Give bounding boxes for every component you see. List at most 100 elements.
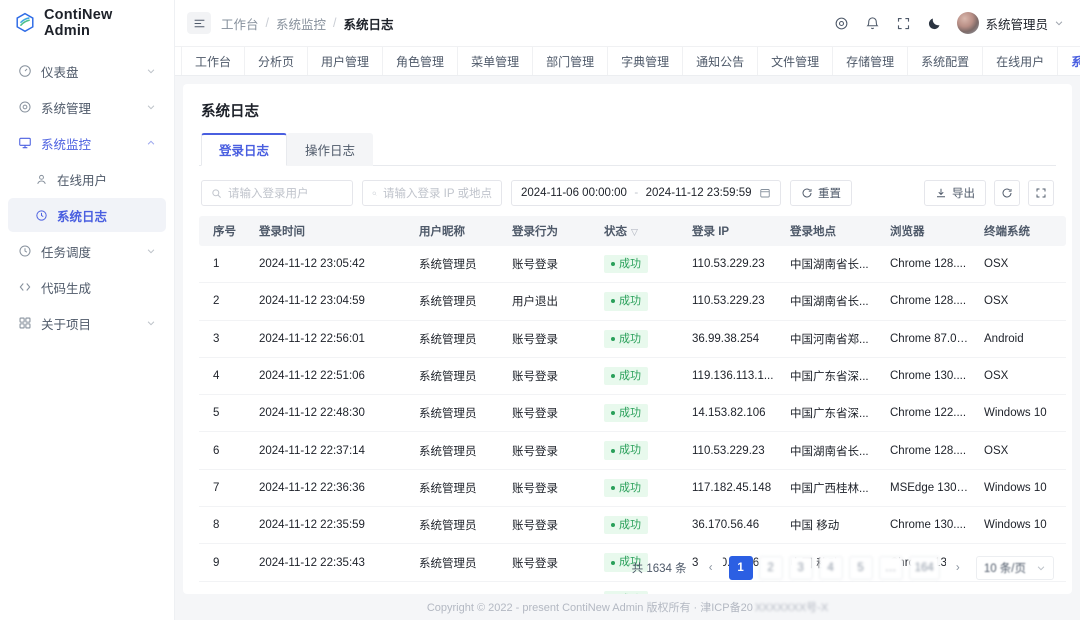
page-button-last[interactable]: 164 xyxy=(908,556,940,580)
breadcrumb-item[interactable]: 系统监控 xyxy=(276,14,326,33)
main-area: 工作台 / 系统监控 / 系统日志 系统管理员 工作台 分析页 用户管理 角色管… xyxy=(175,0,1080,620)
search-icon xyxy=(372,191,377,196)
sidebar-item-dashboard[interactable]: 仪表盘 xyxy=(8,54,166,88)
content-area: 系统日志 登录日志 操作日志 请输入登录用户 请输入登录 IP 或地点 2024… xyxy=(175,76,1080,620)
tab-operation-log[interactable]: 操作日志 xyxy=(287,133,374,166)
fullscreen-icon[interactable] xyxy=(895,15,911,31)
tab-login-log[interactable]: 登录日志 xyxy=(201,133,288,166)
table-row[interactable]: 6 2024-11-12 22:37:14 系统管理员 账号登录 成功 110.53.22… xyxy=(199,431,1066,470)
fullscreen-icon xyxy=(1036,188,1046,198)
row-login-location: 中国广东省深... xyxy=(782,394,882,433)
bell-icon[interactable] xyxy=(864,15,880,31)
table-row[interactable]: 7 2024-11-12 22:36:36 系统管理员 账号登录 成功 117.182.4… xyxy=(199,469,1066,508)
table-row[interactable]: 1 2024-11-12 23:05:42 系统管理员 账号登录 成功 110.53.22… xyxy=(199,246,1066,284)
date-range-picker[interactable]: 2024-11-06 00:00:00 - 2024-11-12 23:59:5… xyxy=(511,180,781,206)
row-login-time: 2024-11-12 22:56:01 xyxy=(251,320,411,358)
tab-system-log[interactable]: 系统日志 xyxy=(1058,47,1080,75)
chevron-down-icon xyxy=(147,69,155,74)
breadcrumb-current: 系统日志 xyxy=(343,17,394,32)
page-button-5[interactable]: 5 xyxy=(848,556,873,580)
sidebar-item-system-mgmt[interactable]: 系统管理 xyxy=(8,90,166,124)
dashboard-icon xyxy=(18,64,32,78)
status-dot-icon xyxy=(611,374,615,379)
row-login-location: 中国湖南省长... xyxy=(782,246,882,284)
export-label: 导出 xyxy=(952,188,975,200)
tab-role-mgmt[interactable]: 角色管理 xyxy=(383,47,459,75)
breadcrumb-item[interactable]: 工作台 xyxy=(221,14,259,33)
menu-collapse-icon[interactable] xyxy=(187,12,211,34)
sidebar-item-task-scheduler[interactable]: 任务调度 xyxy=(8,234,166,268)
row-login-action: 账号登录 xyxy=(504,506,596,545)
tab-storage-mgmt[interactable]: 存储管理 xyxy=(833,47,909,75)
table-row[interactable]: 2 2024-11-12 23:04:59 系统管理员 用户退出 成功 110.53.22… xyxy=(199,282,1066,321)
system-log-card: 系统日志 登录日志 操作日志 请输入登录用户 请输入登录 IP 或地点 2024… xyxy=(183,84,1072,619)
tab-system-config[interactable]: 系统配置 xyxy=(908,47,984,75)
sidebar-item-system-monitor[interactable]: 系统监控 xyxy=(8,126,166,160)
row-status: 成功 xyxy=(596,506,684,545)
row-os: Windows 10 xyxy=(976,469,1066,508)
status-dot-icon xyxy=(611,485,615,490)
fullscreen-table-button[interactable] xyxy=(1028,180,1054,206)
tab-online-users[interactable]: 在线用户 xyxy=(983,47,1059,75)
sidebar-item-about[interactable]: 关于项目 xyxy=(8,306,166,340)
reset-button[interactable]: 重置 xyxy=(790,180,852,206)
table-row[interactable]: 8 2024-11-12 22:35:59 系统管理员 账号登录 成功 36.170.56… xyxy=(199,506,1066,545)
tab-dept-mgmt[interactable]: 部门管理 xyxy=(533,47,609,75)
row-login-ip: 36.99.38.254 xyxy=(684,320,782,358)
refresh-icon xyxy=(1002,188,1012,198)
row-login-ip: 110.53.229.23 xyxy=(684,431,782,470)
table-row[interactable]: 5 2024-11-12 22:48:30 系统管理员 账号登录 成功 14.153.82… xyxy=(199,394,1066,433)
col-login-action: 登录行为 xyxy=(504,216,596,246)
row-nickname: 系统管理员 xyxy=(411,246,504,284)
sidebar-item-code-generator[interactable]: 代码生成 xyxy=(8,270,166,304)
col-status-label: 状态 xyxy=(604,226,627,238)
tab-dict-mgmt[interactable]: 字典管理 xyxy=(608,47,684,75)
refresh-table-button[interactable] xyxy=(994,180,1020,206)
table-header: 序号 登录时间 用户昵称 登录行为 状态 ▽ 登录 IP 登录地点 浏览器 终端系… xyxy=(199,216,1066,246)
sidebar-item-online-users[interactable]: 在线用户 xyxy=(8,162,166,196)
sidebar-item-system-log[interactable]: 系统日志 xyxy=(8,198,166,232)
app-logo[interactable]: ContiNew Admin xyxy=(0,0,174,46)
login-user-search-input[interactable]: 请输入登录用户 xyxy=(201,180,353,206)
grid-icon xyxy=(18,316,32,330)
page-title: 系统日志 xyxy=(201,104,259,120)
sidebar-label: 系统管理 xyxy=(41,101,92,116)
page-button-2[interactable]: 2 xyxy=(758,556,783,580)
row-status: 成功 xyxy=(596,246,684,284)
col-status[interactable]: 状态 ▽ xyxy=(596,216,684,246)
row-login-action: 账号登录 xyxy=(504,394,596,433)
tab-gongzuotai[interactable]: 工作台 xyxy=(181,47,246,75)
row-index: 7 xyxy=(199,469,251,508)
table-row[interactable]: 4 2024-11-12 22:51:06 系统管理员 账号登录 成功 119.136.1… xyxy=(199,357,1066,396)
gear-icon[interactable] xyxy=(833,15,849,31)
export-button[interactable]: 导出 xyxy=(924,180,986,206)
moon-icon[interactable] xyxy=(926,15,942,31)
topbar-actions: 系统管理员 xyxy=(833,12,1064,34)
page-button-4[interactable]: 4 xyxy=(818,556,843,580)
sidebar: ContiNew Admin 仪表盘 系统管理 系统监控 在线用户 系统日志 任… xyxy=(0,0,175,620)
tab-menu-mgmt[interactable]: 菜单管理 xyxy=(458,47,534,75)
tab-fenxiye[interactable]: 分析页 xyxy=(245,47,309,75)
row-login-time: 2024-11-12 22:36:36 xyxy=(251,469,411,508)
page-button-1[interactable]: 1 xyxy=(728,556,753,580)
tab-user-mgmt[interactable]: 用户管理 xyxy=(308,47,384,75)
row-login-action: 账号登录 xyxy=(504,320,596,358)
row-login-ip: 36.170.56.46 xyxy=(684,506,782,545)
sidebar-nav: 仪表盘 系统管理 系统监控 在线用户 系统日志 任务调度 代码生成 关于项目 xyxy=(0,46,174,340)
page-button-3[interactable]: 3 xyxy=(788,556,813,580)
page-size-selector[interactable]: 10 条/页 xyxy=(975,556,1054,580)
chevron-left-icon[interactable]: ‹ xyxy=(698,556,723,580)
col-index: 序号 xyxy=(199,216,251,246)
page-ellipsis[interactable]: … xyxy=(878,556,903,580)
table-row[interactable]: 3 2024-11-12 22:56:01 系统管理员 账号登录 成功 36.99.38.… xyxy=(199,320,1066,358)
chevron-right-icon[interactable]: › xyxy=(945,556,970,580)
tab-notice[interactable]: 通知公告 xyxy=(683,47,759,75)
status-label: 成功 xyxy=(619,369,641,382)
user-menu[interactable]: 系统管理员 xyxy=(957,12,1064,34)
sidebar-label: 系统日志 xyxy=(57,209,108,224)
date-separator: - xyxy=(634,187,639,199)
row-index: 3 xyxy=(199,320,251,358)
tab-file-mgmt[interactable]: 文件管理 xyxy=(758,47,834,75)
status-label: 成功 xyxy=(619,519,641,532)
login-ip-search-input[interactable]: 请输入登录 IP 或地点 xyxy=(362,180,502,206)
